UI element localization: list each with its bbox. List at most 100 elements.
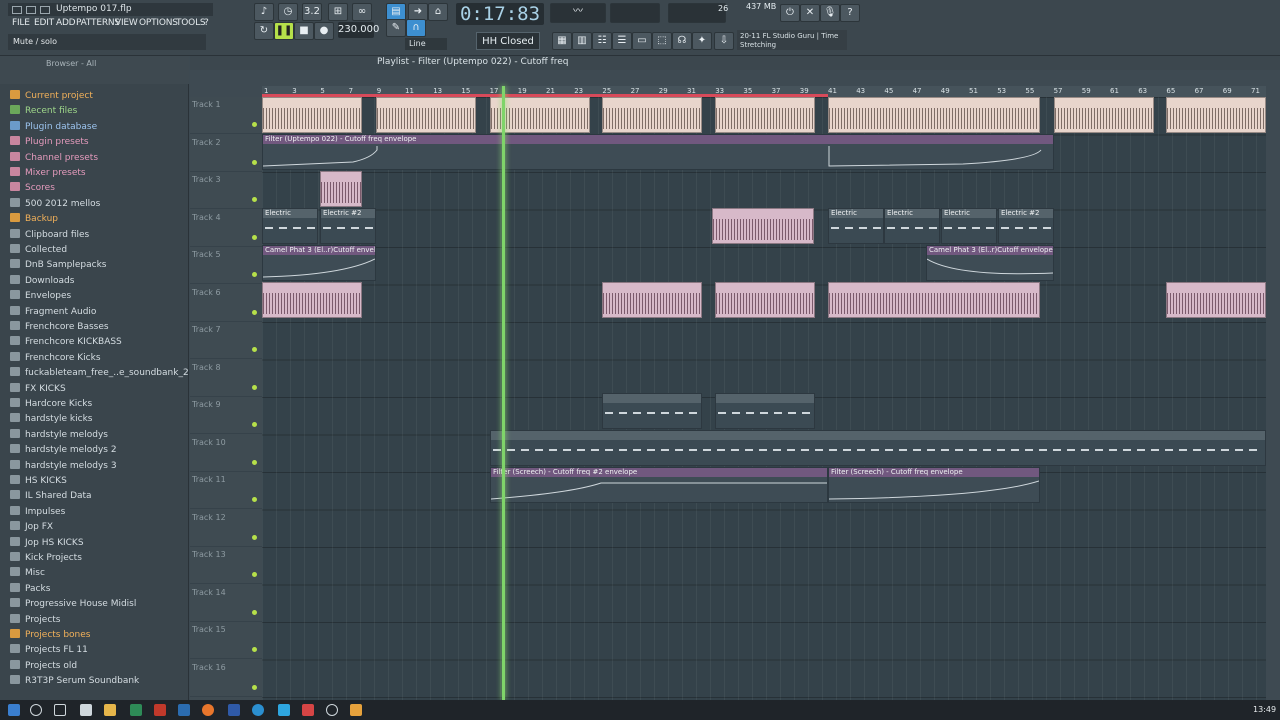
clip[interactable] bbox=[1054, 97, 1154, 133]
track-header[interactable]: Track 1 bbox=[190, 97, 262, 134]
browser-item[interactable]: Downloads bbox=[10, 274, 188, 290]
piano-icon[interactable]: ☷ bbox=[592, 32, 612, 50]
mute-led[interactable] bbox=[252, 234, 257, 240]
browser-item[interactable]: DnB Samplepacks bbox=[10, 259, 188, 274]
word-icon[interactable] bbox=[228, 704, 240, 716]
plugin-icon[interactable]: ⬚ bbox=[652, 32, 672, 50]
app-icon[interactable] bbox=[154, 704, 166, 716]
start-icon[interactable] bbox=[8, 704, 20, 716]
clip[interactable] bbox=[320, 171, 362, 207]
browser-item[interactable]: Collected bbox=[10, 244, 188, 259]
stop-button[interactable]: ■ bbox=[294, 22, 314, 40]
channel-rack-icon[interactable]: ▥ bbox=[572, 32, 592, 50]
mute-led[interactable] bbox=[252, 272, 257, 277]
browser-item[interactable]: Misc bbox=[10, 567, 188, 582]
track-header[interactable]: Track 14 bbox=[190, 585, 262, 622]
clip[interactable]: Camel Phat 3 (El..r)Cutoff envelope bbox=[262, 245, 376, 281]
browser-item[interactable]: Projects old bbox=[10, 659, 188, 675]
feedback-icon[interactable]: ✦ bbox=[692, 32, 712, 50]
firefox-icon[interactable] bbox=[202, 704, 214, 716]
track-header[interactable]: Track 9 bbox=[190, 397, 262, 434]
clip[interactable] bbox=[828, 97, 1040, 133]
playlist-icon[interactable]: ▦ bbox=[552, 32, 572, 50]
clip[interactable]: Electric #2 bbox=[320, 208, 376, 244]
clip[interactable]: Filter (Uptempo 022) - Cutoff freq envel… bbox=[262, 134, 1054, 170]
browser-item[interactable]: Envelopes bbox=[10, 290, 188, 305]
clip[interactable] bbox=[715, 393, 815, 429]
mixer-icon[interactable]: ⌂ bbox=[428, 3, 448, 21]
loop-record-icon[interactable]: ∞ bbox=[352, 3, 372, 21]
track-header[interactable]: Track 4 bbox=[190, 210, 262, 247]
browser-item[interactable]: Impulses bbox=[10, 505, 188, 521]
metronome-icon[interactable]: ◷ bbox=[278, 3, 298, 21]
clip[interactable] bbox=[602, 393, 702, 429]
help-icon[interactable]: ? bbox=[840, 4, 860, 22]
clip[interactable]: Camel Phat 3 (El..r)Cutoff envelope bbox=[926, 245, 1054, 281]
browser-item[interactable]: hardstyle melodys 3 bbox=[10, 459, 188, 475]
magnet-icon[interactable]: ∩ bbox=[406, 19, 426, 37]
browser-item[interactable]: R3T3P Serum Soundbank bbox=[10, 675, 188, 690]
browser-item[interactable]: FX KICKS bbox=[10, 382, 188, 398]
menu-file[interactable]: FILE bbox=[12, 18, 30, 28]
browser-item[interactable]: Jop HS KICKS bbox=[10, 536, 188, 552]
menu-patterns[interactable]: PATTERNS bbox=[76, 18, 120, 28]
clip[interactable]: Electric bbox=[941, 208, 997, 244]
clip[interactable] bbox=[376, 97, 476, 133]
clip[interactable]: Electric bbox=[884, 208, 940, 244]
track-header[interactable]: Track 8 bbox=[190, 360, 262, 397]
pattern-selector[interactable]: HH Closed bbox=[476, 32, 540, 50]
edge-icon[interactable] bbox=[252, 704, 264, 716]
draw-tool-icon[interactable]: ✎ bbox=[386, 19, 406, 37]
search-icon[interactable] bbox=[30, 704, 42, 716]
menu-help[interactable]: ? bbox=[204, 18, 209, 28]
clip[interactable] bbox=[715, 97, 815, 133]
mixer-view-icon[interactable]: ☰ bbox=[612, 32, 632, 50]
clip[interactable] bbox=[602, 97, 702, 133]
tempo-display[interactable]: 230.000 bbox=[338, 22, 379, 38]
excel-icon[interactable] bbox=[130, 704, 142, 716]
file-icon[interactable]: ▭ bbox=[632, 32, 652, 50]
clip[interactable] bbox=[1166, 97, 1266, 133]
browser-item[interactable]: Fragment Audio bbox=[10, 305, 188, 321]
browser-item[interactable]: hardstyle melodys 2 bbox=[10, 444, 188, 459]
link-icon[interactable]: ☊ bbox=[672, 32, 692, 50]
browser-item[interactable]: Progressive House Midisl bbox=[10, 598, 188, 613]
clip[interactable]: Filter (Screech) - Cutoff freq envelope bbox=[828, 467, 1040, 503]
clip[interactable]: Electric bbox=[262, 208, 318, 244]
menu-tools[interactable]: TOOLS bbox=[176, 18, 206, 28]
mute-led[interactable] bbox=[252, 459, 257, 465]
maximize-icon[interactable] bbox=[26, 6, 36, 14]
browser-item[interactable]: Projects FL 11 bbox=[10, 644, 188, 659]
mute-led[interactable] bbox=[252, 497, 257, 502]
clip[interactable] bbox=[1166, 282, 1266, 318]
outlook-icon[interactable] bbox=[178, 704, 190, 716]
clip[interactable] bbox=[262, 282, 362, 318]
blend-icon[interactable]: ⊞ bbox=[328, 3, 348, 21]
mute-led[interactable] bbox=[252, 647, 257, 652]
clip[interactable]: Filter (Screech) - Cutoff freq #2 envelo… bbox=[490, 467, 828, 503]
clip[interactable] bbox=[602, 282, 702, 318]
track-header[interactable]: Track 16 bbox=[190, 660, 262, 697]
timeline-ruler[interactable]: 1 3 5 7 9 11 13 15 17 19 21 23 25 27 29 31 33 35 37 39 41 43 4… bbox=[262, 86, 1266, 97]
browser-item[interactable]: Plugin presets bbox=[10, 136, 188, 151]
mute-led[interactable] bbox=[252, 384, 257, 390]
browser-item[interactable]: Channel presets bbox=[10, 151, 188, 167]
mute-led[interactable] bbox=[252, 197, 257, 202]
mute-led[interactable] bbox=[252, 684, 257, 690]
minimize-icon[interactable] bbox=[12, 6, 22, 14]
pause-button[interactable]: ❚❚ bbox=[274, 22, 294, 40]
news-panel[interactable]: 20-11 FL Studio Guru | Time Stretching bbox=[737, 30, 847, 50]
app2-icon[interactable] bbox=[302, 704, 314, 716]
fl-studio-icon[interactable] bbox=[350, 704, 362, 716]
browser-item[interactable]: Jop FX bbox=[10, 521, 188, 536]
browser-item[interactable]: Projects bones bbox=[10, 629, 188, 644]
explorer-icon[interactable] bbox=[104, 704, 116, 716]
mic-icon[interactable]: 🎙 bbox=[820, 4, 840, 22]
clip[interactable] bbox=[490, 97, 590, 133]
snap-select[interactable]: Line bbox=[405, 38, 447, 50]
browser-item[interactable]: Mixer presets bbox=[10, 167, 188, 182]
clip[interactable] bbox=[262, 97, 362, 133]
browser-item[interactable]: Backup bbox=[10, 213, 188, 228]
browser-item[interactable]: fuckableteam_free_..e_soundbank_2013_b bbox=[10, 367, 188, 382]
track-header[interactable]: Track 12 bbox=[190, 510, 262, 547]
